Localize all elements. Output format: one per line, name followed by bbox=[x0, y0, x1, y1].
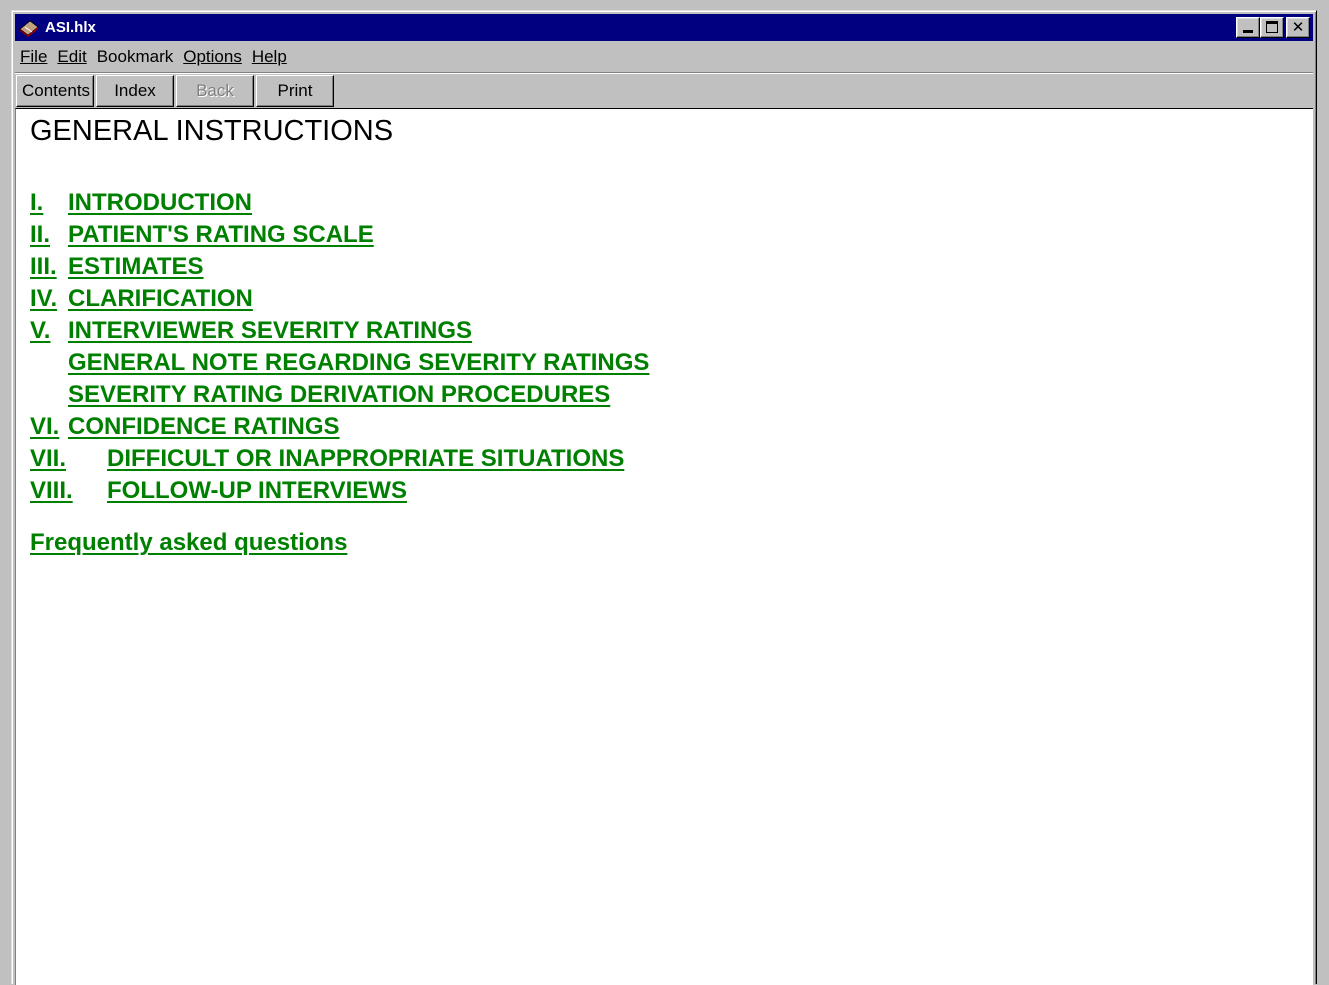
back-button-label: Back bbox=[196, 81, 234, 100]
back-button[interactable]: Back bbox=[176, 75, 254, 107]
menu-options[interactable]: Options bbox=[178, 45, 247, 69]
toc-link[interactable]: CONFIDENCE RATINGS bbox=[68, 411, 340, 443]
toc-link[interactable]: FOLLOW-UP INTERVIEWS bbox=[107, 475, 407, 507]
menu-bookmark-label: Bookmark bbox=[96, 46, 174, 66]
toc-number[interactable]: IV. bbox=[30, 283, 57, 315]
toc-number[interactable]: VIII. bbox=[30, 475, 73, 507]
minimize-button[interactable] bbox=[1236, 17, 1260, 38]
maximize-icon bbox=[1266, 21, 1278, 33]
toc-link[interactable]: GENERAL NOTE REGARDING SEVERITY RATINGS bbox=[68, 347, 649, 379]
print-button[interactable]: Print bbox=[256, 75, 334, 107]
toc-link[interactable]: DIFFICULT OR INAPPROPRIATE SITUATIONS bbox=[107, 443, 624, 475]
toc-link[interactable]: CLARIFICATION bbox=[68, 283, 253, 315]
menu-options-label: Options bbox=[183, 46, 242, 66]
help-book-icon bbox=[18, 17, 40, 39]
toc-link[interactable]: INTERVIEWER SEVERITY RATINGS bbox=[68, 315, 472, 347]
close-icon: ✕ bbox=[1291, 18, 1305, 36]
print-button-label: Print bbox=[277, 81, 313, 100]
help-content[interactable]: GENERAL INSTRUCTIONS I. INTRODUCTION II.… bbox=[15, 108, 1313, 985]
toc-number[interactable]: VI. bbox=[30, 411, 59, 443]
minimize-icon bbox=[1243, 30, 1253, 33]
menu-help[interactable]: Help bbox=[247, 45, 292, 69]
menu-help-label: Help bbox=[251, 46, 287, 66]
menu-edit[interactable]: Edit bbox=[52, 45, 91, 69]
page-title: GENERAL INSTRUCTIONS bbox=[30, 115, 394, 147]
close-button[interactable]: ✕ bbox=[1286, 17, 1310, 38]
menu-file[interactable]: File bbox=[15, 45, 52, 69]
menu-bookmark[interactable]: Bookmark bbox=[92, 45, 179, 69]
maximize-button[interactable] bbox=[1260, 17, 1284, 38]
faq-link[interactable]: Frequently asked questions bbox=[30, 529, 347, 557]
toc-number[interactable]: III. bbox=[30, 251, 57, 283]
help-window: ASI.hlx ✕ File Edit Bookmark Options Hel… bbox=[11, 10, 1317, 985]
toc-link[interactable]: PATIENT'S RATING SCALE bbox=[68, 219, 374, 251]
toc-number[interactable]: VII. bbox=[30, 443, 66, 475]
help-button-bar: Contents Index Back Print bbox=[16, 75, 336, 108]
toc-number[interactable]: II. bbox=[30, 219, 50, 251]
toc-link[interactable]: ESTIMATES bbox=[68, 251, 204, 283]
toc-link[interactable]: INTRODUCTION bbox=[68, 187, 252, 219]
title-bar[interactable]: ASI.hlx ✕ bbox=[15, 14, 1313, 41]
window-controls: ✕ bbox=[1236, 17, 1310, 38]
menu-separator bbox=[15, 72, 1313, 74]
toc-link[interactable]: SEVERITY RATING DERIVATION PROCEDURES bbox=[68, 379, 610, 411]
menu-bar: File Edit Bookmark Options Help bbox=[15, 42, 1313, 71]
contents-button[interactable]: Contents bbox=[16, 75, 94, 107]
toc-number[interactable]: V. bbox=[30, 315, 50, 347]
menu-edit-label: Edit bbox=[57, 46, 87, 66]
index-button-label: Index bbox=[114, 81, 156, 100]
window-title: ASI.hlx bbox=[45, 19, 96, 36]
index-button[interactable]: Index bbox=[96, 75, 174, 107]
toc-number[interactable]: I. bbox=[30, 187, 43, 219]
menu-file-label: File bbox=[20, 46, 48, 66]
contents-button-label: Contents bbox=[22, 81, 91, 100]
